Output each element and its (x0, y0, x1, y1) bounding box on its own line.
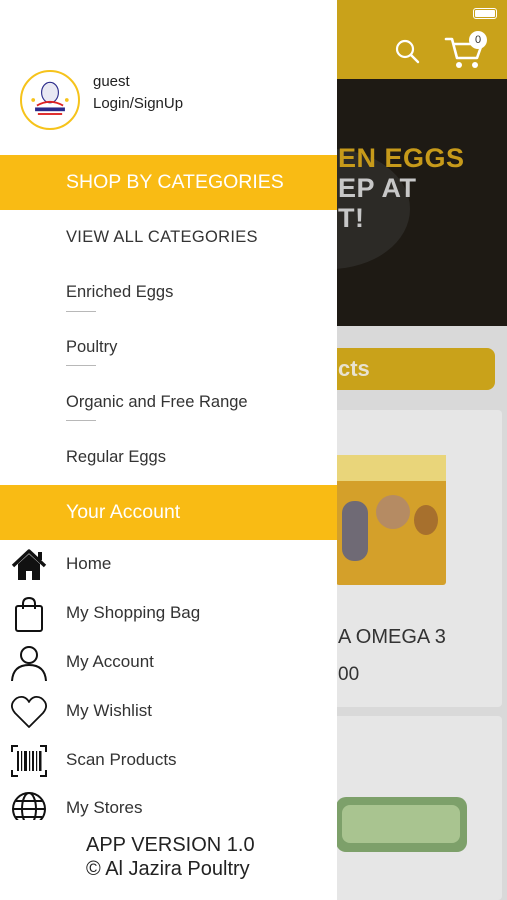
side-drawer: guest Login/SignUp SHOP BY CATEGORIES VI… (0, 0, 337, 900)
menu-item-my-stores[interactable]: My Stores (0, 786, 337, 820)
menu-item-shopping-bag[interactable]: My Shopping Bag (0, 591, 337, 635)
products-section-title: cts (320, 348, 495, 390)
shopping-bag-icon (15, 596, 43, 632)
menu-item-label: My Wishlist (66, 701, 152, 720)
category-divider (66, 311, 96, 312)
category-divider (66, 420, 96, 421)
banner-text-line: EN EGGS (338, 143, 465, 173)
view-all-categories-link[interactable]: VIEW ALL CATEGORIES (66, 228, 258, 247)
banner-text-line: EP AT (338, 173, 417, 203)
product-price: 00 (338, 664, 360, 685)
globe-icon (12, 792, 46, 820)
app-version: APP VERSION 1.0 (86, 834, 255, 856)
barcode-icon (11, 745, 47, 777)
categories-header: SHOP BY CATEGORIES (0, 155, 337, 210)
account-header: Your Account (0, 485, 337, 540)
login-signup-link[interactable]: Login/SignUp (93, 95, 183, 112)
menu-item-label: My Stores (66, 798, 143, 817)
banner-text-line: T! (338, 203, 365, 233)
cart-count-badge: 0 (469, 31, 487, 49)
product-image (336, 455, 446, 585)
menu-item-label: My Account (66, 652, 154, 671)
menu-item-wishlist[interactable]: My Wishlist (0, 689, 337, 733)
heart-icon (10, 695, 48, 728)
battery-icon (473, 8, 497, 19)
menu-item-label: My Shopping Bag (66, 603, 201, 622)
category-item[interactable]: Enriched Eggs (66, 283, 173, 302)
copyright-text: © Al Jazira Poultry (86, 858, 250, 880)
user-name: guest (93, 73, 130, 90)
user-icon (11, 646, 47, 682)
menu-item-label: Home (66, 554, 112, 573)
menu-item-home[interactable]: Home (0, 542, 337, 586)
menu-item-my-account[interactable]: My Account (0, 640, 337, 684)
category-item[interactable]: Poultry (66, 338, 117, 357)
product-title: A OMEGA 3 (338, 626, 446, 648)
brand-logo (20, 70, 80, 130)
product-image (336, 797, 467, 852)
menu-item-label: Scan Products (66, 750, 177, 769)
home-icon (11, 549, 47, 580)
search-icon[interactable] (394, 38, 420, 64)
category-item[interactable]: Regular Eggs (66, 448, 166, 467)
category-divider (66, 365, 96, 366)
menu-item-scan-products[interactable]: Scan Products (0, 738, 337, 782)
category-item[interactable]: Organic and Free Range (66, 393, 248, 412)
